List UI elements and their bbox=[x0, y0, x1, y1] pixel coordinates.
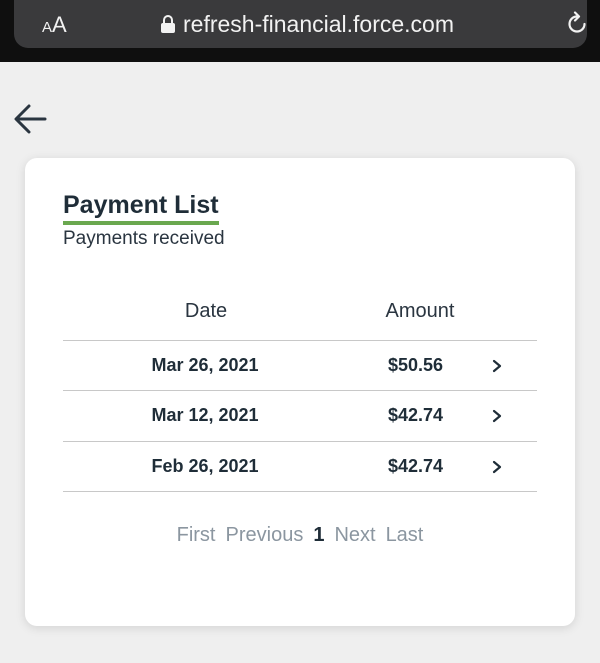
browser-toolbar: AA refresh-financial.force.com bbox=[0, 0, 600, 62]
divider bbox=[63, 491, 537, 492]
payment-date: Mar 12, 2021 bbox=[151, 405, 259, 425]
pager-current-page: 1 bbox=[313, 524, 325, 546]
page-title: Payment List bbox=[63, 190, 219, 225]
payment-amount: $42.74 bbox=[387, 456, 444, 476]
text-size-button[interactable]: AA bbox=[42, 12, 67, 38]
chevron-right-icon[interactable] bbox=[491, 460, 503, 474]
table-row[interactable]: Mar 12, 2021 $42.74 bbox=[63, 391, 537, 441]
reload-icon[interactable] bbox=[564, 11, 590, 37]
pager-next[interactable]: Next bbox=[334, 524, 375, 547]
address-bar[interactable]: AA refresh-financial.force.com bbox=[14, 0, 587, 48]
table-row[interactable]: Feb 26, 2021 $42.74 bbox=[63, 442, 537, 492]
pager-last[interactable]: Last bbox=[386, 524, 424, 547]
payment-date: Feb 26, 2021 bbox=[151, 456, 259, 476]
pager-first[interactable]: First bbox=[177, 524, 216, 547]
chevron-right-icon[interactable] bbox=[491, 359, 503, 373]
lock-icon bbox=[161, 15, 175, 33]
table-row[interactable]: Mar 26, 2021 $50.56 bbox=[63, 341, 537, 391]
column-header-date: Date bbox=[184, 300, 228, 322]
url-text: refresh-financial.force.com bbox=[183, 10, 454, 37]
page-subtitle: Payments received bbox=[63, 228, 225, 249]
chevron-right-icon[interactable] bbox=[491, 409, 503, 423]
payment-amount: $50.56 bbox=[387, 355, 444, 375]
payment-amount: $42.74 bbox=[387, 405, 444, 425]
pager-previous[interactable]: Previous bbox=[226, 524, 304, 547]
column-header-amount: Amount bbox=[385, 300, 455, 322]
payment-date: Mar 26, 2021 bbox=[151, 355, 259, 375]
pagination: First Previous 1 Next Last bbox=[25, 524, 575, 547]
url-display[interactable]: refresh-financial.force.com bbox=[161, 9, 454, 39]
payment-list-card: Payment List Payments received Date Amou… bbox=[25, 158, 575, 626]
back-arrow-icon[interactable] bbox=[12, 100, 48, 136]
